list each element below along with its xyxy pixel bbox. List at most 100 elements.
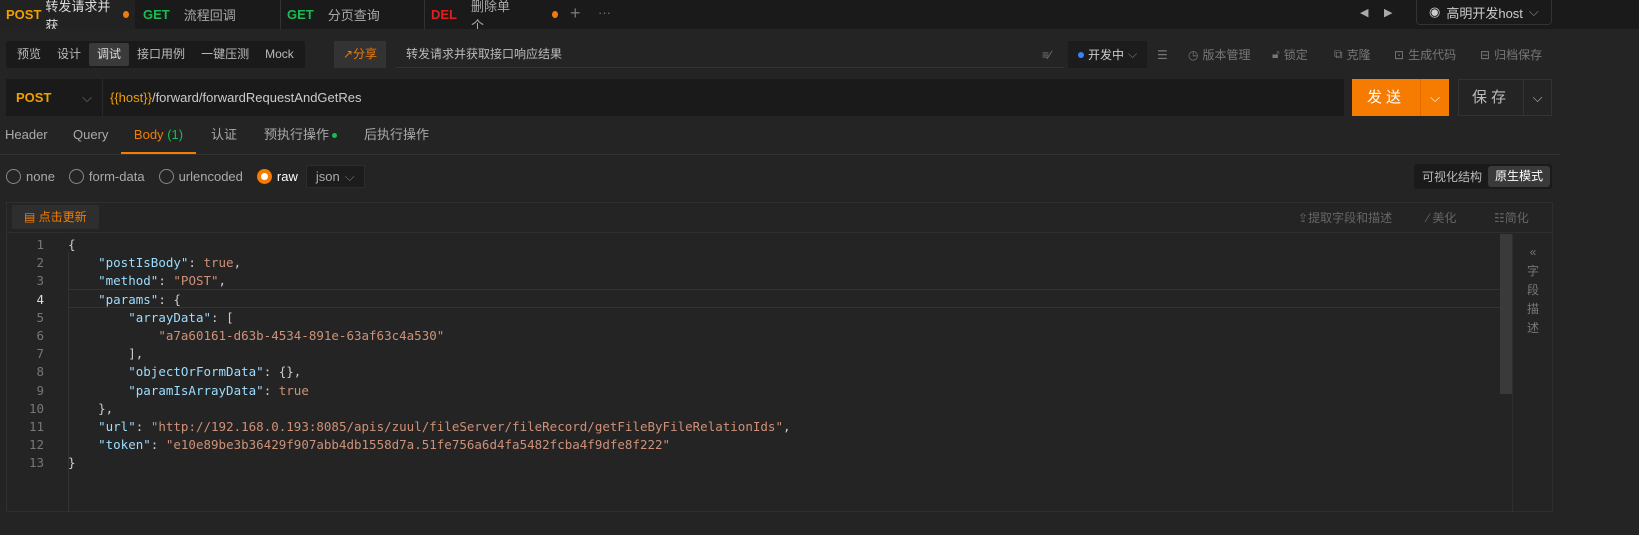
format-icon[interactable]: ≡∕ (1042, 41, 1051, 68)
code-editor[interactable] (6, 202, 1553, 512)
save-button[interactable]: 保存 (1459, 80, 1523, 115)
active-dot-icon (332, 133, 338, 139)
json-key: "postIsBody" (98, 255, 189, 271)
punctuation (68, 437, 98, 452)
archive-save-button[interactable]: ⊟ 归档保存 (1480, 41, 1542, 68)
punctuation: : [ (211, 309, 234, 325)
refresh-button[interactable]: ▤ 点击更新 (12, 205, 99, 229)
share-label: 分享 (353, 47, 378, 61)
url-input[interactable]: {{host}}/forward/forwardRequestAndGetRes (110, 79, 362, 116)
label: 点击更新 (38, 210, 87, 224)
tab-header[interactable]: Header (5, 118, 48, 155)
radio-none[interactable]: none (6, 168, 55, 184)
version-button[interactable]: ◷ 版本管理 (1188, 41, 1251, 68)
param-tabs: Header Query Body (1) 认证 预执行操作 后执行操作 (0, 118, 1560, 155)
list-icon[interactable]: ☰ (1157, 41, 1168, 68)
label: Body (133, 127, 164, 142)
body-count: (1) (167, 127, 184, 142)
status-select[interactable]: 开发中 ⌵ (1068, 41, 1148, 68)
punctuation (68, 273, 98, 288)
field-description-panel-toggle[interactable]: « 字段描述 (1522, 243, 1544, 338)
punctuation: : { (158, 291, 181, 307)
tab-post-script[interactable]: 后执行操作 (364, 118, 429, 155)
punctuation (68, 419, 98, 434)
code-line: "postIsBody": true, (68, 255, 241, 270)
punctuation: , (782, 419, 791, 434)
divider (1512, 234, 1513, 512)
radio-urlencoded[interactable]: urlencoded (158, 168, 243, 184)
environment-select[interactable]: ◉ 高明开发host ⌵ (1416, 0, 1552, 25)
tab-pre-script[interactable]: 预执行操作 (264, 118, 338, 155)
punctuation: } (68, 455, 76, 471)
tab-post-forward[interactable]: POST 转发请求并获 (0, 0, 135, 33)
share-button[interactable]: ↗分享 (334, 41, 386, 68)
tab-get-page[interactable]: GET 分页查询 (280, 0, 420, 29)
description-input[interactable]: 转发请求并获取接口响应结果 (396, 41, 1064, 68)
lock-button[interactable]: 🔓︎ 锁定 (1272, 41, 1308, 68)
json-value: "a7a60161-d63b-4534-891e-63af63c4a530" (158, 328, 445, 343)
clone-button[interactable]: ⧉ 克隆 (1334, 41, 1371, 68)
punctuation: : (158, 273, 174, 289)
radio-circle (68, 168, 84, 184)
label: urlencoded (178, 168, 243, 184)
tab-name: 流程回调 (183, 8, 236, 23)
more-icon[interactable]: ··· (598, 5, 611, 20)
line-number: 4 (36, 291, 44, 307)
label: none (26, 168, 55, 184)
save-dropdown-icon[interactable]: ⌵ (1523, 80, 1551, 115)
code-line: "token": "e10e89be3b36429f907abb4db1558d… (68, 437, 670, 452)
label: 美化 (1432, 211, 1457, 225)
generate-code-button[interactable]: ⊡ 生成代码 (1394, 41, 1456, 68)
line-number: 13 (28, 455, 44, 471)
punctuation: : (135, 419, 151, 434)
code-line: "arrayData": [ (68, 309, 234, 325)
add-tab-icon[interactable]: + (570, 3, 581, 24)
next-tab-icon[interactable]: ▶ (1384, 6, 1392, 19)
mode-5[interactable]: Mock (257, 43, 302, 66)
simplify-button[interactable]: ☷简化 (1494, 209, 1529, 226)
json-value: "e10e89be3b36429f907abb4db1558d7a.51fe75… (165, 437, 671, 453)
raw-mode-button[interactable]: 原生模式 (1488, 166, 1550, 187)
radio-circle (256, 168, 272, 184)
punctuation: { (68, 237, 76, 252)
visual-mode-button[interactable]: 可视化结构 (1416, 168, 1488, 185)
label: form-data (88, 168, 145, 184)
method-select[interactable]: POST ⌵ (6, 79, 103, 116)
send-dropdown-icon[interactable]: ⌵ (1420, 79, 1449, 116)
json-key: "url" (98, 419, 136, 434)
mode-1[interactable]: 设计 (49, 43, 89, 66)
tab-del-single[interactable]: DEL 删除单个 (424, 0, 564, 33)
radio-circle (158, 168, 174, 184)
tab-get-callback[interactable]: GET 流程回调 (137, 0, 277, 29)
tab-query[interactable]: Query (73, 118, 108, 155)
send-button[interactable]: 发送 (1352, 79, 1420, 116)
radio-raw[interactable]: raw (256, 168, 298, 184)
json-value: true (203, 255, 234, 271)
punctuation: ], (68, 346, 144, 362)
radio-form-data[interactable]: form-data (68, 168, 145, 184)
chevron-down-icon: ⌵ (1128, 47, 1138, 61)
mode-2[interactable]: 调试 (89, 43, 130, 66)
code-line: "url": "http://192.168.0.193:8085/apis/z… (68, 419, 791, 434)
status-label: 开发中 (1088, 48, 1125, 62)
mode-4[interactable]: 一键压测 (193, 43, 257, 66)
lock-icon: 🔓︎ (1272, 47, 1280, 61)
chevron-down-icon: ⌵ (82, 89, 92, 105)
code-line: "a7a60161-d63b-4534-891e-63af63c4a530" (68, 328, 444, 343)
punctuation: }, (68, 400, 114, 416)
format-select[interactable]: json ⌵ (305, 164, 365, 188)
tab-auth[interactable]: 认证 (211, 118, 237, 155)
prev-tab-icon[interactable]: ◀ (1360, 6, 1368, 19)
mode-0[interactable]: 预览 (9, 43, 49, 66)
current-line-highlight (68, 289, 1500, 308)
mode-3[interactable]: 接口用例 (129, 43, 193, 66)
json-key: "token" (98, 437, 151, 453)
extract-fields-button[interactable]: ⇪提取字段和描述 (1298, 209, 1392, 226)
line-number: 10 (28, 400, 44, 416)
status-dot-icon (1078, 51, 1084, 58)
list-icon: ☷ (1494, 211, 1505, 225)
tab-name: 分页查询 (327, 8, 380, 23)
beautify-button[interactable]: ⁄ 美化 (1427, 209, 1456, 226)
tab-body[interactable]: Body (1) (121, 118, 196, 154)
mode-switcher: 预览 设计 调试 接口用例 一键压测 Mock (6, 41, 305, 68)
